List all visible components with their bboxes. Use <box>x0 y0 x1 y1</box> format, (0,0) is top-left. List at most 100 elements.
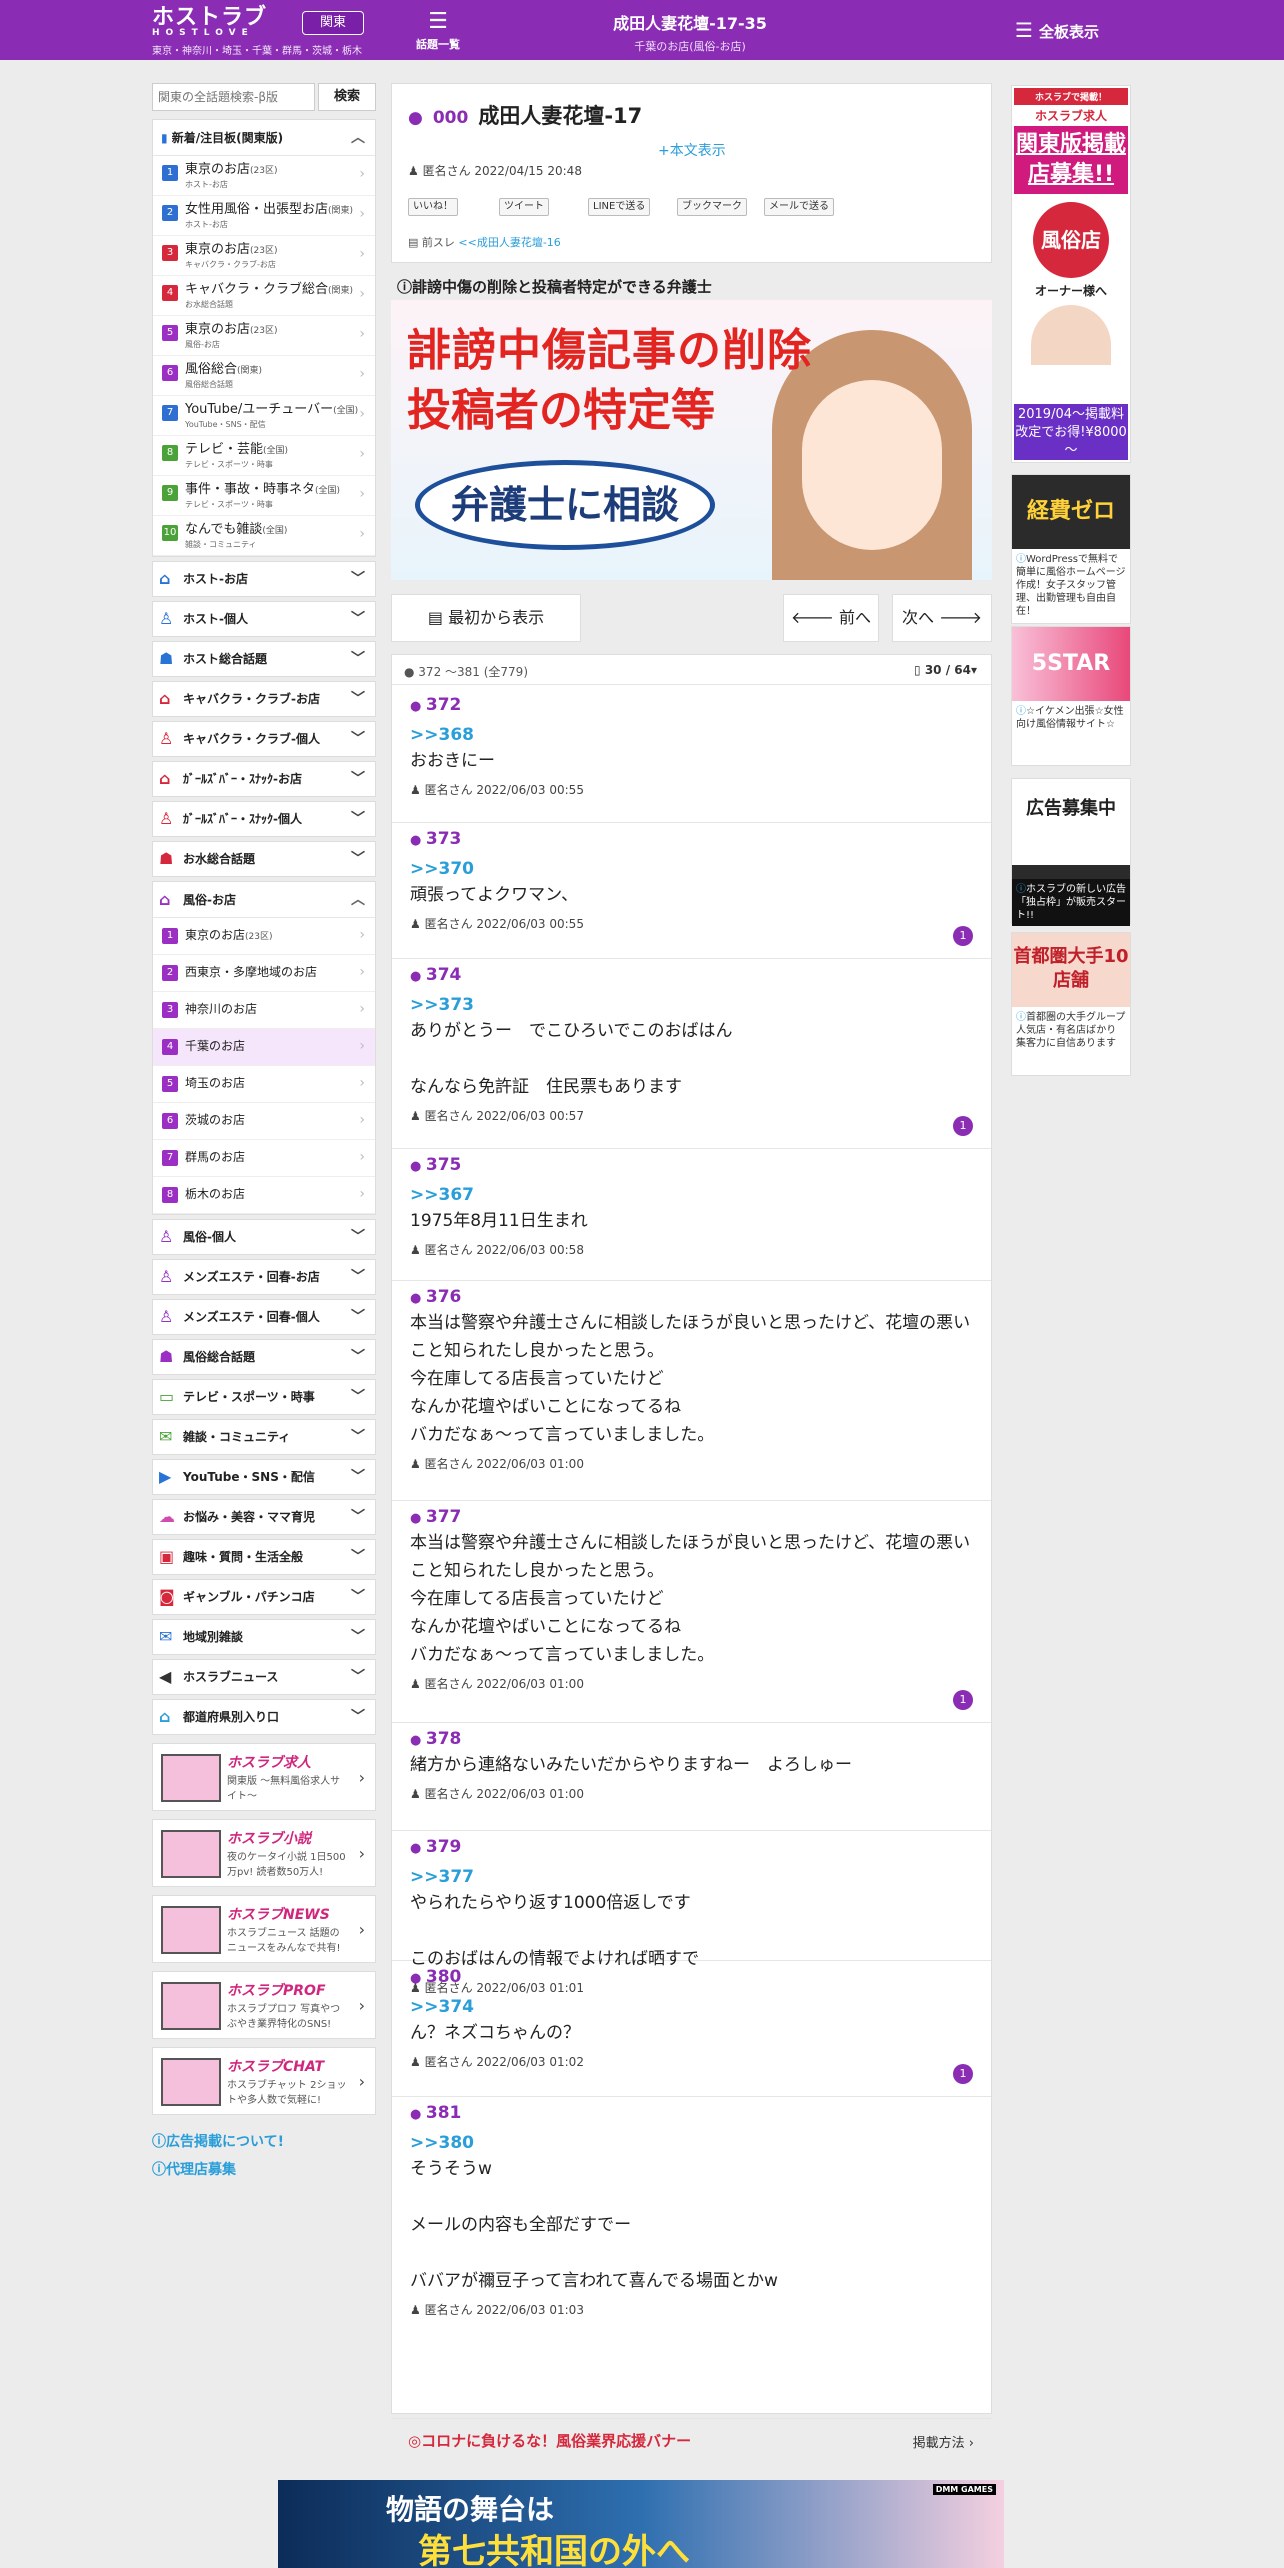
category-item[interactable]: ☁ お悩み・美容・ママ育児 ﹀ <box>152 1499 376 1535</box>
reply-count-badge[interactable]: 1 <box>953 2064 973 2084</box>
new-board-item[interactable]: 1 東京のお店(23区) ホスト-お店 › <box>153 156 375 196</box>
new-board-item[interactable]: 10 なんでも雑談(全国) 雑談・コミュニティ › <box>153 516 375 556</box>
fuzoku-board-item[interactable]: 1 東京のお店(23区) › <box>153 918 375 955</box>
post-number[interactable]: ● 375 <box>410 1155 973 1175</box>
fuzoku-board-item[interactable]: 7 群馬のお店 › <box>153 1140 375 1177</box>
service-banner[interactable]: ホスラブCHAT ホスラブチャット 2ショットや多人数で気軽に! › <box>152 2047 376 2115</box>
category-item[interactable]: ✉ 雑談・コミュニティ ﹀ <box>152 1419 376 1455</box>
service-banner[interactable]: ホスラブ小説 夜のケータイ小説 1日500万pv! 読者数50万人! › <box>152 1819 376 1887</box>
show-from-start-button[interactable]: ▤ 最初から表示 <box>391 594 581 642</box>
fuzoku-board-item[interactable]: 8 栃木のお店 › <box>153 1177 375 1214</box>
new-board-item[interactable]: 4 キャバクラ・クラブ総合(関東) お水総合話題 › <box>153 276 375 316</box>
new-board-item[interactable]: 5 東京のお店(23区) 風俗-お店 › <box>153 316 375 356</box>
post-reply-link[interactable]: >>368 <box>410 725 973 745</box>
post-reply-link[interactable]: >>380 <box>410 2133 973 2153</box>
service-banner[interactable]: ホスラブNEWS ホスラブニュース 話題のニュースをみんなで共有! › <box>152 1895 376 1963</box>
category-item[interactable]: ⌂ ホスト-お店 ﹀ <box>152 561 376 597</box>
fuzoku-board-name-text: 茨城のお店 <box>185 1113 246 1127</box>
service-banner[interactable]: ホスラブ求人 関東版 〜無料風俗求人サイト〜 › <box>152 1743 376 1811</box>
category-item[interactable]: ✉ 地域別雑談 ﹀ <box>152 1619 376 1655</box>
fuzoku-board-item[interactable]: 6 茨城のお店 › <box>153 1103 375 1140</box>
category-item[interactable]: ▶ YouTube・SNS・配信 ﹀ <box>152 1459 376 1495</box>
share-facebook-button[interactable]: いいね！ <box>408 198 458 216</box>
user-icon: ♟ <box>410 917 425 931</box>
post-number[interactable]: ● 377 <box>410 1507 973 1527</box>
ad-bubble: 弁護士に相談 <box>415 460 715 550</box>
post-number[interactable]: ● 372 <box>410 695 973 715</box>
category-item[interactable]: ☗ お水総合話題 ﹀ <box>152 841 376 877</box>
category-item[interactable]: ⌂ ｶﾞｰﾙｽﾞﾊﾞｰ・ｽﾅｯｸ-お店 ﹀ <box>152 761 376 797</box>
post-number[interactable]: ● 373 <box>410 829 973 849</box>
fuzoku-board-item[interactable]: 4 千葉のお店 › <box>153 1029 375 1066</box>
category-item[interactable]: ♙ メンズエステ・回春-個人 ﹀ <box>152 1299 376 1335</box>
post-number[interactable]: ● 376 <box>410 1287 973 1307</box>
search-button[interactable]: 検索 <box>318 83 376 111</box>
agency-link[interactable]: ⓘ代理店募集 <box>152 2159 376 2179</box>
fuzoku-header[interactable]: ⌂ 風俗-お店 ︿ <box>153 882 375 918</box>
right-ad-shutoken[interactable]: 首都圏大手10店舗 ⓘ首都圏の大手グループ人気店・有名店ばかり 集客力に自信あり… <box>1011 932 1131 1076</box>
category-item[interactable]: ♙ ホスト-個人 ﹀ <box>152 601 376 637</box>
category-item[interactable]: ▭ テレビ・スポーツ・時事 ﹀ <box>152 1379 376 1415</box>
share-line-button[interactable]: LINEで送る <box>588 198 651 216</box>
category-item[interactable]: ☗ ホスト総合話題 ﹀ <box>152 641 376 677</box>
category-item[interactable]: ◀ ホスラブニュース ﹀ <box>152 1659 376 1695</box>
post-reply-link[interactable]: >>370 <box>410 859 973 879</box>
fuzoku-board-item[interactable]: 3 神奈川のお店 › <box>153 992 375 1029</box>
bottom-game-ad[interactable]: 物語の舞台は 第七共和国の外へ DMM GAMES <box>278 2480 1004 2568</box>
post-reply-link[interactable]: >>373 <box>410 995 973 1015</box>
new-board-item[interactable]: 2 女性用風俗・出張型お店(関東) ホスト-お店 › <box>153 196 375 236</box>
post-reply-link[interactable]: >>367 <box>410 1185 973 1205</box>
search-input[interactable] <box>152 83 315 111</box>
right-ad-recruit[interactable]: ホスラブで掲載！ ホスラブ求人 関東版掲載店募集!! 風俗店 オーナー様へ 20… <box>1011 85 1131 463</box>
site-logo[interactable]: ホストラブ HOSTLOVE <box>152 7 292 39</box>
category-item[interactable]: ♙ キャバクラ・クラブ-個人 ﹀ <box>152 721 376 757</box>
post-number[interactable]: ● 381 <box>410 2103 973 2123</box>
new-board-item[interactable]: 3 東京のお店(23区) キャバクラ・クラブ-お店 › <box>153 236 375 276</box>
new-board-name: 東京のお店(23区) <box>185 162 375 179</box>
fuzoku-board-item[interactable]: 5 埼玉のお店 › <box>153 1066 375 1103</box>
category-item[interactable]: ◙ ギャンブル・パチンコ店 ﹀ <box>152 1579 376 1615</box>
ad-info-link[interactable]: ⓘ広告掲載について! <box>152 2131 376 2151</box>
page-selector[interactable]: ▯ 30 / 64▾ <box>914 663 977 677</box>
post-number[interactable]: ● 378 <box>410 1729 973 1749</box>
prev-thread-link[interactable]: <<成田人妻花壇-16 <box>458 236 560 249</box>
post-reply-link[interactable]: >>374 <box>410 1997 973 2017</box>
service-banner[interactable]: ホスラブPROF ホスラブプロフ 写真やつぶやき業界特化のSNS! › <box>152 1971 376 2039</box>
corona-link[interactable]: 掲載方法 › <box>913 2432 974 2451</box>
fuzoku-board-item[interactable]: 2 西東京・多摩地域のお店 › <box>153 955 375 992</box>
new-board-item[interactable]: 6 風俗総合(関東) 風俗総合話題 › <box>153 356 375 396</box>
share-mail-button[interactable]: メールで送る <box>764 198 834 216</box>
region-button[interactable]: 関東 <box>302 11 364 35</box>
post-reply-link[interactable]: >>377 <box>410 1867 973 1887</box>
new-board-item[interactable]: 9 事件・事故・時事ネタ(全国) テレビ・スポーツ・時事 › <box>153 476 375 516</box>
category-item[interactable]: ▣ 趣味・質問・生活全般 ﹀ <box>152 1539 376 1575</box>
post-number[interactable]: ● 374 <box>410 965 973 985</box>
prev-page-button[interactable]: 🡐 前へ <box>783 594 879 642</box>
category-item[interactable]: ♙ 風俗-個人 ﹀ <box>152 1219 376 1255</box>
reply-count-badge[interactable]: 1 <box>953 1116 973 1136</box>
category-item[interactable]: ♙ メンズエステ・回春-お店 ﹀ <box>152 1259 376 1295</box>
board-index-badge: 1 <box>162 928 178 944</box>
reply-count-badge[interactable]: 1 <box>953 926 973 946</box>
all-boards-button[interactable]: ☰ 全板表示 <box>1015 16 1099 46</box>
right-ad-keihi[interactable]: 経費ゼロ ⓘWordPressで無料で簡単に風俗ホームページ作成！女子スタッフ管… <box>1011 474 1131 624</box>
show-body-link[interactable]: +本文表示 <box>658 140 726 160</box>
new-board-item[interactable]: 7 YouTube/ユーチューバー(全国) YouTube・SNS・配信 › <box>153 396 375 436</box>
category-item[interactable]: ⌂ 都道府県別入り口 ﹀ <box>152 1699 376 1735</box>
right-ad-dokusen[interactable]: 広告募集中 ⓘホスラブの新しい広告「独占枠」が販売スタート!! <box>1011 778 1131 926</box>
category-item[interactable]: ⌂ キャバクラ・クラブ-お店 ﹀ <box>152 681 376 717</box>
reply-count-badge[interactable]: 1 <box>953 1690 973 1710</box>
post-number[interactable]: ● 380 <box>410 1967 973 1987</box>
next-page-button[interactable]: 次へ 🡒 <box>892 594 992 642</box>
category-item[interactable]: ♙ ｶﾞｰﾙｽﾞﾊﾞｰ・ｽﾅｯｸ-個人 ﹀ <box>152 801 376 837</box>
category-item[interactable]: ☗ 風俗総合話題 ﹀ <box>152 1339 376 1375</box>
share-bookmark-button[interactable]: ブックマーク <box>677 198 747 216</box>
new-board-item[interactable]: 8 テレビ・芸能(全国) テレビ・スポーツ・時事 › <box>153 436 375 476</box>
post-number[interactable]: ● 379 <box>410 1837 973 1857</box>
share-twitter-button[interactable]: ツイート <box>499 198 549 216</box>
topics-list-button[interactable]: ☰ 話題一覧 <box>408 8 468 52</box>
category-label: お水総合話題 <box>183 852 256 866</box>
right-ad-5star[interactable]: 5STAR ⓘ☆イケメン出張☆女性向け風俗情報サイト☆ <box>1011 626 1131 766</box>
new-boards-header[interactable]: ▮ 新着/注目板(関東版) ︿ <box>153 120 375 156</box>
lawyer-ad-banner[interactable]: 誹謗中傷記事の削除 投稿者の特定等 弁護士に相談 <box>391 300 992 580</box>
